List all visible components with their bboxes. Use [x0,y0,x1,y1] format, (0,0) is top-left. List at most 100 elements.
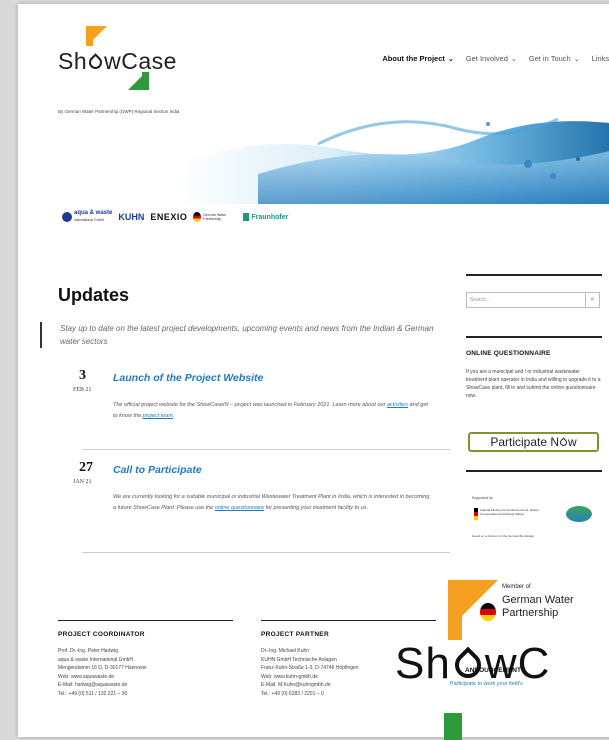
nav-label: About the Project [382,54,445,63]
logo-green-bar [142,72,149,90]
participate-now-button[interactable]: Participate N w [468,432,599,452]
logo-green-triangle [128,76,142,90]
nav-get-involved[interactable]: Get Involved ⌄ [466,54,517,63]
footer-rule [261,620,436,621]
post-day: 3 [79,368,86,383]
search-input[interactable]: Search... ⌕ [466,292,600,308]
chevron-down-icon: ⌄ [447,55,454,63]
activities-link[interactable]: activities [387,402,408,408]
globe-icon [62,212,72,222]
search-icon: ⌕ [590,296,595,303]
german-flag-icon [474,508,478,520]
fraunhofer-name: Fraunhofer [251,213,289,221]
nav-get-in-touch[interactable]: Get in Touch ⌄ [529,54,580,63]
coordinator-name: Prof. Dr.-Ing. Peter Hartwig [58,648,119,654]
overlay-word-start: Sh [395,639,451,688]
search-button[interactable]: ⌕ [585,293,599,307]
partner-logos: aqua & waste international GmbH KUHN ENE… [62,210,288,224]
sidebar-rule [466,470,602,472]
nav-label: Get Involved [465,54,508,63]
tagline: By German Water Partnership (GWP) Region… [58,109,180,114]
post-excerpt: The official project website for the Sho… [113,400,433,422]
gwp-member-badge: Member of German Water Partnership [502,581,574,620]
aqua-waste-name: aqua & waste [74,210,113,216]
aqua-waste-sub: international GmbH [74,218,105,222]
post-title-link[interactable]: Launch of the Project Website [113,372,263,384]
bmu-supported-label: Supported by [472,496,493,500]
chevron-down-icon: ⌄ [510,55,517,63]
post-day: 27 [79,460,93,475]
logo-wordmark: Sh wCase [58,48,177,75]
water-splash-image [58,104,609,204]
questionnaire-heading: ONLINE QUESTIONNAIRE [466,350,551,357]
search-placeholder: Search... [470,297,491,303]
coordinator-web[interactable]: Web: www.aquawaste.de [58,673,228,682]
water-drop-icon [86,53,105,72]
water-drop-icon [449,646,487,684]
iki-globe-icon [566,506,592,522]
aqua-waste-logo[interactable]: aqua & waste international GmbH [62,210,112,224]
post-divider [82,449,450,450]
post-excerpt: We are currently looking for a suitable … [113,492,433,514]
coordinator-address: Mengendamm 16 D, D-30177 Hannover [58,665,147,671]
german-flag-drop-icon [193,212,202,222]
questionnaire-text: If you are a municipal and / or industri… [466,369,601,399]
sidebar-rule [466,336,602,338]
footer-coordinator: PROJECT COORDINATOR Prof. Dr.-Ing. Peter… [58,620,233,698]
post-month: FEB 21 [73,387,92,393]
showcase-logo-overlay: Member of German Water Partnership ANNOU… [395,575,609,740]
overlay-green-bar [444,713,462,740]
project-team-link[interactable]: project team [143,413,173,419]
gwp-line-1: German Water [502,594,574,606]
nav-links[interactable]: Links⌄ [592,54,609,63]
post-text: . [172,413,175,419]
member-of-label: Member of [502,584,531,590]
post-text: for presenting your treatment facility t… [264,505,368,511]
enexio-logo[interactable]: ENEXIO [150,212,187,222]
water-splash-banner: By German Water Partnership (GWP) Region… [58,104,609,204]
nav-label: Links [591,54,609,63]
gwp-line-2: Partnership [502,607,559,619]
sidebar-rule [466,274,602,276]
post-month: JAN 21 [73,479,92,485]
footer-rule [58,620,233,621]
page-intro: Stay up to date on the latest project de… [40,322,440,348]
online-questionnaire-link[interactable]: online questionnaire [215,505,264,511]
kuhn-logo[interactable]: KUHN [118,212,144,222]
main-nav: About the Project ⌄ Get Involved ⌄ Get in … [370,54,609,63]
bmu-ministry-name: Federal Ministry for the Environment, Na… [480,508,540,516]
participate-label-end: w [568,435,577,449]
german-flag-drop-icon [480,603,496,621]
news-post: 27 JAN 21 Call to Participate We are cur… [58,460,434,550]
coordinator-company: aqua & waste International GmbH [58,656,134,663]
participate-label-start: Participate N [490,435,560,449]
overlay-word-end: wC [484,639,551,688]
water-drop-icon [558,437,569,447]
post-divider [82,552,450,553]
partner-phone: Tel.: +49 (0) 6283 / 2201 – 0 [261,690,324,697]
nav-about-project[interactable]: About the Project ⌄ [382,54,453,63]
site-logo[interactable]: Sh wCase [58,24,178,94]
logo-orange-bar [86,26,93,46]
chevron-down-icon: ⌄ [573,55,580,63]
logo-word-start: Sh [58,48,88,74]
news-post: 3 FEB 21 Launch of the Project Website T… [58,368,434,448]
overlay-orange-bar [448,580,462,640]
fraunhofer-icon [243,213,250,221]
bmu-funding-logo[interactable]: Supported by Federal Ministry for the En… [466,496,602,546]
footer-heading: PROJECT PARTNER [261,631,329,638]
logo-word-end: wCase [104,48,177,74]
gwp-name: German Water Partnership [203,212,227,222]
gwp-logo[interactable]: German Water Partnership [193,212,237,222]
coordinator-email[interactable]: E-Mail: hartwig@aquawaste.de [58,681,228,690]
logo-orange-triangle [93,26,107,40]
footer-heading: PROJECT COORDINATOR [58,631,145,638]
nav-label: Get in Touch [528,54,571,63]
post-title-link[interactable]: Call to Participate [113,464,202,476]
overlay-logo-wordmark: Sh wC [395,639,550,689]
fraunhofer-logo[interactable]: Fraunhofer [243,213,288,221]
bmu-footnote: based on a decision of the German Bundes… [472,534,534,538]
coordinator-phone: Tel.: +49 (0) 511 / 132 221 – 30 [58,690,128,697]
post-text: The official project website for the Sho… [113,402,387,408]
page-title: Updates [58,285,130,305]
